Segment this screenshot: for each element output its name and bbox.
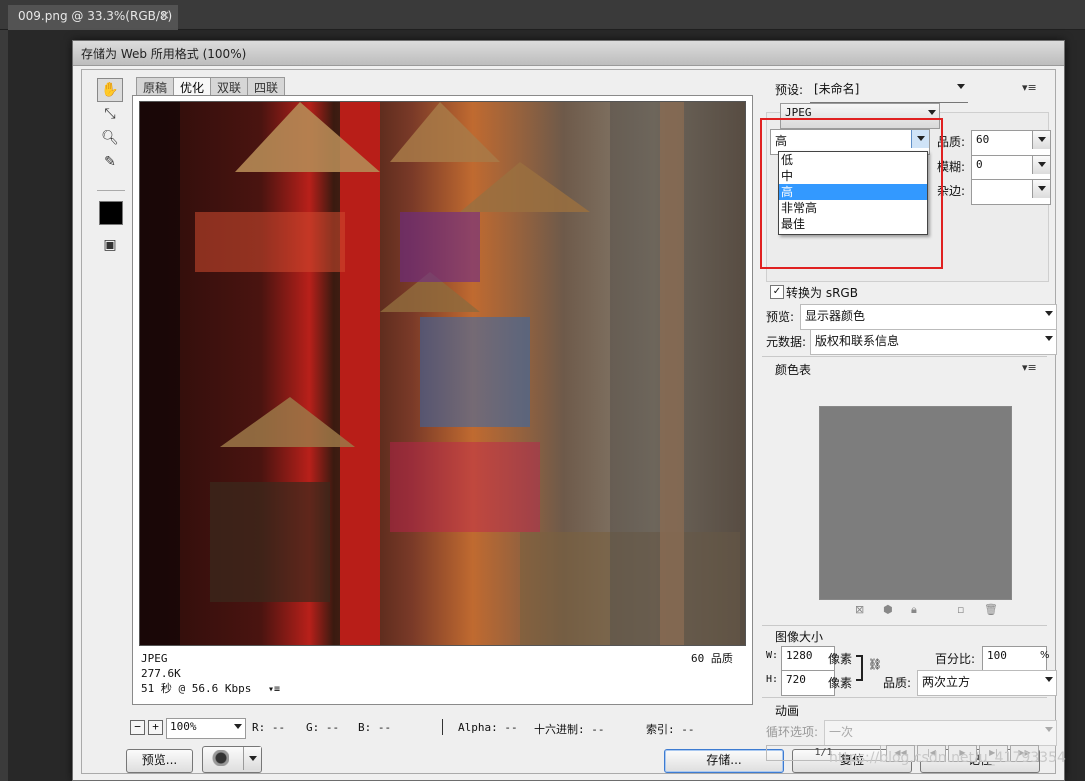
new-color-icon[interactable]: ▫ xyxy=(957,603,964,616)
browser-preview-icon xyxy=(209,750,229,766)
preview-mode-label: 预览: xyxy=(766,310,795,324)
width-unit: 像素 xyxy=(828,652,853,666)
document-tab[interactable]: 009.png @ 33.3%(RGB/8) × xyxy=(8,5,178,30)
toolbar-strip xyxy=(0,30,8,781)
dialog-title: 存储为 Web 所用格式 (100%) xyxy=(73,41,1064,66)
dialog-body: ✋ ⤡ 🔍︎ ✎ ▣ 原稿 优化 双联 四联 JPEG 277.6K 51 秒 … xyxy=(81,69,1057,774)
chevron-down-icon[interactable] xyxy=(1032,131,1050,149)
preview-info: JPEG 277.6K 51 秒 @ 56.6 Kbps ▾≡ 60 品质 xyxy=(141,651,741,701)
loop-value: 一次 xyxy=(829,725,854,739)
trash-icon[interactable]: 🗑︎ xyxy=(984,603,998,616)
lock-color-icon[interactable]: 🔒︎ xyxy=(911,603,917,617)
preview-image[interactable] xyxy=(139,101,746,646)
convert-srgb-checkbox[interactable]: ✓ xyxy=(770,285,784,299)
chevron-down-icon xyxy=(928,110,936,115)
preview-quality: 60 品质 xyxy=(691,652,733,665)
blur-field[interactable]: 0 xyxy=(971,155,1051,181)
percent-field[interactable]: 100 xyxy=(982,646,1047,672)
quality-field[interactable]: 60 xyxy=(971,130,1051,156)
chevron-down-icon xyxy=(957,84,965,89)
blue-readout: B: -- xyxy=(358,721,392,734)
preview-format: JPEG xyxy=(141,652,168,665)
green-readout: G: -- xyxy=(306,721,340,734)
zoom-in-button[interactable]: + xyxy=(148,720,163,735)
color-table-menu-icon[interactable]: ▾≡ xyxy=(1022,361,1037,374)
preset-label: 预设: xyxy=(775,83,804,97)
hex-readout: 十六进制: -- xyxy=(534,723,605,736)
zoom-value: 100% xyxy=(170,720,197,733)
percent-unit: % xyxy=(1040,650,1050,661)
loop-label: 循环选项: xyxy=(766,725,819,739)
slice-select-tool-icon[interactable]: ⤡ xyxy=(97,102,123,126)
document-tab-title: 009.png @ 33.3%(RGB/8) xyxy=(18,9,173,23)
constrain-proportions-icon[interactable]: ⛓ xyxy=(868,658,882,671)
red-readout: R: -- xyxy=(252,721,286,734)
color-table-swatches[interactable] xyxy=(819,406,1012,600)
web-shift-icon[interactable]: ⬢ xyxy=(883,603,893,616)
eyedropper-color-swatch[interactable] xyxy=(99,201,123,225)
close-icon[interactable]: × xyxy=(160,8,170,22)
download-speed-menu-icon[interactable]: ▾≡ xyxy=(268,684,280,695)
eyedropper-tool-icon[interactable]: ✎ xyxy=(97,150,123,174)
zoom-out-button[interactable]: − xyxy=(130,720,145,735)
resample-quality-label: 品质: xyxy=(883,676,912,690)
view-tabs: 原稿 优化 双联 四联 xyxy=(136,77,436,98)
chevron-down-icon[interactable] xyxy=(243,747,261,770)
blur-value: 0 xyxy=(976,158,983,171)
hand-tool-icon[interactable]: ✋ xyxy=(97,78,123,102)
browser-preview-select[interactable] xyxy=(202,746,262,773)
alpha-readout: Alpha: -- xyxy=(458,721,518,734)
save-for-web-dialog: 存储为 Web 所用格式 (100%) ✋ ⤡ 🔍︎ ✎ ▣ 原稿 优化 双联 … xyxy=(72,40,1065,781)
tool-divider xyxy=(97,190,125,191)
height-unit: 像素 xyxy=(828,676,853,690)
height-label: H: xyxy=(766,674,779,685)
index-readout: 索引: -- xyxy=(646,723,695,736)
preset-select[interactable]: [未命名] xyxy=(810,78,968,103)
animation-title: 动画 xyxy=(775,704,800,718)
toggle-slices-icon[interactable]: ▣ xyxy=(97,233,123,257)
height-field[interactable]: 720 xyxy=(781,670,835,696)
zoom-select[interactable]: 100% xyxy=(166,718,246,739)
image-size-title: 图像大小 xyxy=(775,630,824,644)
optimize-menu-icon[interactable]: ▾≡ xyxy=(1022,81,1037,94)
status-bar: − + 100% R: -- G: -- B: -- Alpha: -- 十六进… xyxy=(126,718,753,740)
link-bracket xyxy=(856,655,863,681)
annotation-highlight-box xyxy=(760,118,943,269)
color-table-title: 颜色表 xyxy=(775,363,812,377)
divider xyxy=(762,356,1047,357)
matte-select[interactable] xyxy=(971,179,1051,205)
preview-mode-select[interactable]: 显示器颜色 xyxy=(800,304,1057,330)
preview-download-time: 51 秒 @ 56.6 Kbps ▾≡ xyxy=(141,681,741,697)
resample-quality-select[interactable]: 两次立方 xyxy=(917,670,1057,696)
map-to-transparent-icon[interactable]: ⊠ xyxy=(855,603,864,616)
metadata-label: 元数据: xyxy=(766,335,807,349)
chevron-down-icon xyxy=(1045,727,1053,732)
preview-button[interactable]: 预览... xyxy=(126,749,193,773)
zoom-tool-icon[interactable]: 🔍︎ xyxy=(97,126,123,150)
metadata-select[interactable]: 版权和联系信息 xyxy=(810,329,1057,355)
loop-select[interactable]: 一次 xyxy=(824,720,1057,746)
width-field[interactable]: 1280 xyxy=(781,646,835,672)
chevron-down-icon[interactable] xyxy=(1032,180,1050,198)
percent-label: 百分比: xyxy=(935,652,976,666)
image-preview-frame: JPEG 277.6K 51 秒 @ 56.6 Kbps ▾≡ 60 品质 xyxy=(132,95,753,705)
preview-filesize: 277.6K xyxy=(141,667,181,680)
download-time-text: 51 秒 @ 56.6 Kbps xyxy=(141,682,252,695)
preview-mode-value: 显示器颜色 xyxy=(805,309,866,323)
chevron-down-icon xyxy=(1045,677,1053,682)
chevron-down-icon xyxy=(234,724,242,729)
metadata-value: 版权和联系信息 xyxy=(815,334,900,348)
preset-value: [未命名] xyxy=(814,82,860,96)
width-label: W: xyxy=(766,650,779,661)
resample-quality-value: 两次立方 xyxy=(922,675,971,689)
quality-value: 60 xyxy=(976,133,990,146)
divider xyxy=(762,625,1047,626)
chevron-down-icon xyxy=(1045,336,1053,341)
chevron-down-icon[interactable] xyxy=(1032,156,1050,174)
watermark: https://blog.csdn.net/u_41793354 xyxy=(829,750,1066,766)
chevron-down-icon xyxy=(1045,311,1053,316)
convert-srgb-label: 转换为 sRGB xyxy=(786,286,858,300)
divider xyxy=(762,697,1047,698)
status-divider xyxy=(442,719,443,735)
